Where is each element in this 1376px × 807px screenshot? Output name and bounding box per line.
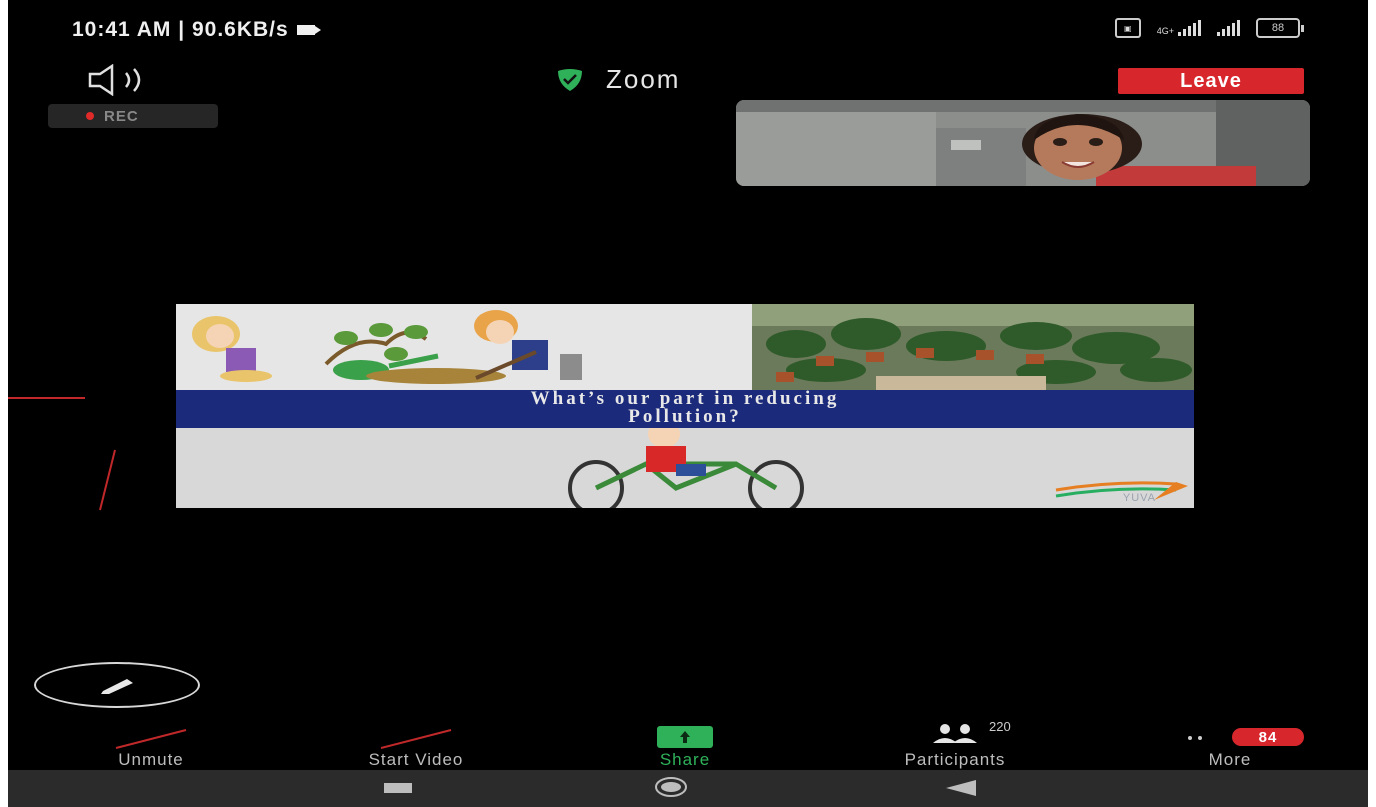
participants-label: Participants [904, 750, 1006, 769]
status-time-label: 10:41 AM | 90.6KB/s [72, 18, 289, 41]
meeting-title-label: Zoom [606, 64, 681, 94]
status-time-speed: 10:41 AM | 90.6KB/s [72, 18, 321, 42]
more-dots-icon [1188, 736, 1202, 740]
network-label: 4G+ [1156, 26, 1174, 36]
share-arrow-icon [657, 726, 713, 748]
back-button[interactable] [944, 779, 978, 797]
rec-label: REC [104, 107, 139, 125]
annotate-button[interactable] [34, 662, 200, 708]
start-video-label: Start Video [368, 750, 464, 769]
battery-level: 88 [1256, 18, 1300, 38]
yuva-logo: YUVA [1122, 492, 1156, 504]
recents-button[interactable] [384, 783, 412, 793]
rec-dot-icon [86, 112, 94, 120]
video-feed-image [736, 100, 1310, 186]
recording-badge: REC [48, 104, 218, 128]
shield-check-icon [558, 68, 582, 91]
participant-video-thumbnail[interactable] [736, 100, 1310, 186]
screen-edge-right [1368, 0, 1376, 807]
slide-title: What’s our part in reducing Pollution? [530, 388, 840, 427]
muted-mic-icon [115, 729, 187, 749]
system-nav-bar [8, 770, 1368, 807]
signal-icon-2 [1217, 20, 1240, 36]
shared-screen[interactable]: What’s our part in reducing Pollution? Y… [176, 304, 1194, 508]
more-label: More [1208, 750, 1252, 769]
pencil-icon [101, 679, 133, 694]
signal-icon [1178, 20, 1201, 36]
camera-icon [296, 25, 321, 35]
start-video-button[interactable]: Start Video [316, 726, 516, 770]
volte-icon: ▣ [1114, 18, 1141, 38]
status-icons: ▣ 4G+ 88 [1114, 18, 1304, 38]
meeting-title[interactable]: Zoom [556, 64, 680, 95]
leave-button[interactable]: Leave [1118, 68, 1304, 94]
share-label: Share [659, 750, 711, 769]
background-lines [8, 397, 116, 511]
participants-button[interactable]: 220 Participants [850, 719, 1060, 770]
battery-icon: 88 [1256, 18, 1304, 38]
unmute-label: Unmute [118, 750, 184, 769]
participants-icon: 220 [927, 719, 1011, 748]
home-button[interactable] [654, 776, 688, 798]
speaker-icon[interactable] [86, 64, 166, 96]
more-notification-badge: 84 [1232, 728, 1304, 746]
unmute-button[interactable]: Unmute [76, 726, 226, 770]
participants-count: 220 [989, 719, 1011, 734]
video-off-icon [380, 729, 452, 749]
share-button[interactable]: Share [610, 726, 760, 770]
signal-group-1: 4G+ [1157, 20, 1201, 36]
